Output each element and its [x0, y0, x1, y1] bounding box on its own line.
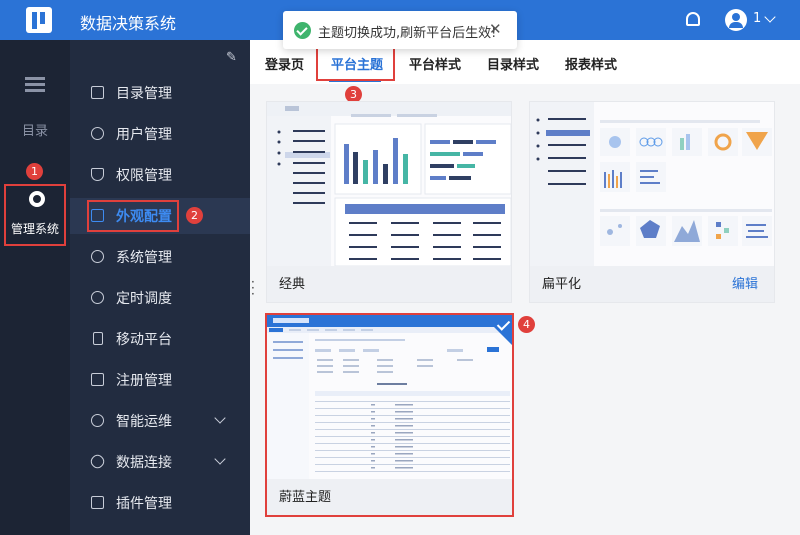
menu-item-register[interactable]: 注册管理 — [70, 362, 250, 398]
menu-item-plugins[interactable]: 插件管理 — [70, 485, 250, 521]
tab-report-style[interactable]: 报表样式 — [565, 54, 617, 73]
menu-item-label: 插件管理 — [116, 496, 172, 512]
app-title: 数据决策系统 — [80, 14, 177, 33]
mobile-icon — [93, 332, 103, 345]
logo-icon — [26, 7, 52, 33]
shield-icon — [91, 168, 104, 181]
menu-item-label: 目录管理 — [116, 86, 172, 102]
link-icon — [88, 452, 107, 471]
annotation-badge-4: 4 — [518, 316, 535, 333]
menu-item-label: 用户管理 — [116, 127, 172, 143]
theme-name-classic: 经典 — [279, 277, 306, 292]
highlight-box-appearance — [87, 200, 179, 232]
register-icon — [91, 373, 104, 386]
left-rail: 目录 管理系统 1 — [0, 40, 70, 535]
pin-icon[interactable]: ✎ — [226, 50, 237, 65]
menu-item-label: 注册管理 — [116, 373, 172, 389]
plugin-icon — [91, 496, 104, 509]
theme-card-footer: 蔚蓝主题 — [267, 479, 512, 515]
theme-card-azure[interactable]: 蔚蓝主题 — [265, 313, 514, 517]
menu-item-label: 智能运维 — [116, 414, 172, 430]
rail-admin-label: 管理系统 — [10, 222, 59, 236]
theme-name-flat: 扁平化 — [542, 277, 582, 292]
menu-item-permissions[interactable]: 权限管理 — [70, 157, 250, 193]
success-check-icon — [294, 22, 311, 39]
user-avatar-icon[interactable] — [725, 9, 747, 31]
theme-card-footer: 扁平化 编辑 — [530, 266, 774, 302]
tab-login-page[interactable]: 登录页 — [265, 54, 304, 73]
rail-catalog-label[interactable]: 目录 — [0, 120, 70, 139]
tab-catalog-style[interactable]: 目录样式 — [487, 54, 539, 73]
rail-admin-button[interactable]: 管理系统 — [4, 184, 66, 246]
ops-icon — [91, 414, 104, 427]
menu-item-system[interactable]: 系统管理 — [70, 239, 250, 275]
menu-item-label: 权限管理 — [116, 168, 172, 184]
user-count: 1 — [753, 11, 762, 26]
list-icon[interactable] — [25, 77, 45, 93]
menu-item-label: 数据连接 — [116, 455, 172, 471]
annotation-badge-1: 1 — [26, 163, 43, 180]
side-menu: 目录管理 用户管理 权限管理 外观配置 2 系统管理 定时调度 移动平台 注册管… — [70, 40, 250, 535]
gear-icon — [29, 191, 45, 207]
annotation-badge-2: 2 — [186, 207, 203, 224]
bell-icon[interactable] — [686, 12, 700, 26]
tab-platform-style[interactable]: 平台样式 — [409, 54, 461, 73]
menu-item-mobile[interactable]: 移动平台 — [70, 321, 250, 357]
theme-card-flat[interactable]: 扁平化 编辑 — [529, 101, 775, 303]
user-icon — [91, 127, 104, 140]
theme-card-classic[interactable]: 经典 — [266, 101, 512, 303]
catalog-icon — [91, 86, 104, 99]
menu-item-label: 系统管理 — [116, 250, 172, 266]
timer-icon — [91, 291, 104, 304]
menu-item-label: 移动平台 — [116, 332, 172, 348]
menu-item-label: 定时调度 — [116, 291, 172, 307]
chevron-down-icon[interactable] — [214, 412, 226, 424]
theme-thumbnail-flat — [530, 102, 774, 267]
theme-thumbnail-azure — [267, 315, 512, 480]
menu-item-users[interactable]: 用户管理 — [70, 116, 250, 152]
menu-item-data-connection[interactable]: 数据连接 — [70, 444, 250, 480]
theme-edit-link-flat[interactable]: 编辑 — [732, 273, 758, 292]
success-toast: 主题切换成功,刷新平台后生效! ✕ — [283, 11, 517, 49]
theme-card-footer: 经典 — [267, 266, 511, 302]
resize-handle-icon[interactable]: · · · — [251, 276, 255, 300]
menu-item-ops[interactable]: 智能运维 — [70, 403, 250, 439]
menu-item-schedule[interactable]: 定时调度 — [70, 280, 250, 316]
toast-message: 主题切换成功,刷新平台后生效! — [318, 26, 497, 41]
chevron-down-icon[interactable] — [214, 453, 226, 465]
menu-item-catalog[interactable]: 目录管理 — [70, 75, 250, 111]
gear-icon — [91, 250, 104, 263]
theme-name-azure: 蔚蓝主题 — [279, 490, 332, 505]
theme-thumbnail-classic — [267, 102, 511, 267]
menu-item-appearance[interactable]: 外观配置 — [70, 198, 250, 234]
close-icon[interactable]: ✕ — [489, 20, 502, 38]
